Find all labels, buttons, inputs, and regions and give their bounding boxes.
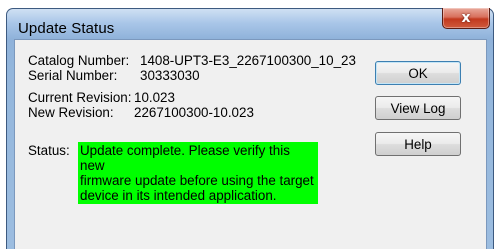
status-line: firmware update before using the target: [80, 173, 314, 188]
new-revision-value: 2267100300-10.023: [134, 105, 254, 120]
status-message: Update complete. Please verify this new …: [78, 142, 318, 204]
status-line: Update complete. Please verify this new: [80, 143, 290, 173]
catalog-number-value: 1408-UPT3-E3_2267100300_10_23: [140, 53, 356, 68]
status-label: Status:: [28, 143, 70, 158]
catalog-number-label: Catalog Number:: [28, 53, 130, 68]
window-title: Update Status: [18, 20, 115, 37]
update-status-dialog: Update Status x Catalog Number: 1408-UPT…: [6, 8, 494, 249]
current-revision-value: 10.023: [134, 90, 175, 105]
ok-button[interactable]: OK: [375, 61, 461, 85]
dialog-body: Catalog Number: 1408-UPT3-E3_2267100300_…: [14, 39, 487, 249]
serial-number-value: 30333030: [140, 68, 200, 83]
current-revision-label: Current Revision:: [28, 90, 132, 105]
close-icon: x: [461, 10, 471, 26]
new-revision-label: New Revision:: [28, 105, 114, 120]
close-button[interactable]: x: [442, 8, 490, 29]
screen-background: Update Status x Catalog Number: 1408-UPT…: [0, 0, 497, 249]
serial-number-label: Serial Number:: [28, 68, 118, 83]
help-button[interactable]: Help: [375, 132, 461, 156]
view-log-button[interactable]: View Log: [375, 96, 461, 120]
title-bar[interactable]: Update Status x: [7, 8, 493, 39]
status-line: device in its intended application.: [80, 188, 277, 203]
